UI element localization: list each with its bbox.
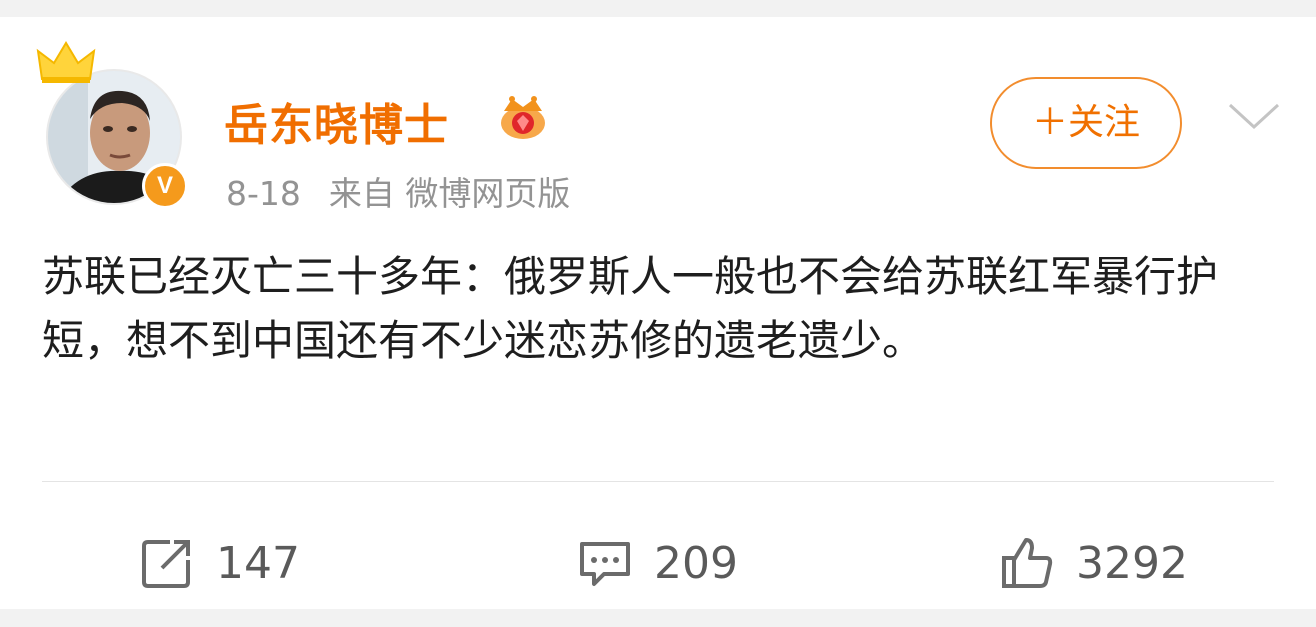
verified-badge-icon: V [142, 163, 188, 209]
author-avatar[interactable]: V [36, 41, 188, 209]
crown-icon [36, 41, 96, 83]
repost-icon [142, 540, 190, 588]
follow-button[interactable]: ＋关注 [990, 77, 1182, 169]
weibo-post-card: V 岳东晓博士 8-18 来自 微博网页版 ＋关注 苏联已经灭亡三十多年：俄罗斯人… [0, 17, 1316, 609]
comment-count: 209 [654, 537, 738, 589]
vip-crown-icon [501, 96, 545, 139]
comment-icon [580, 542, 630, 586]
thumbs-up-icon [1002, 538, 1053, 588]
post-date: 8-18 [226, 174, 301, 213]
repost-count: 147 [216, 537, 300, 589]
repost-button[interactable]: 147 [140, 533, 300, 593]
post-meta: 8-18 来自 微博网页版 [226, 167, 598, 215]
divider [42, 481, 1274, 482]
author-name[interactable]: 岳东晓博士 [224, 89, 449, 153]
like-count: 3292 [1076, 537, 1188, 589]
chevron-down-icon[interactable] [1228, 103, 1280, 131]
post-text: 苏联已经灭亡三十多年：俄罗斯人一般也不会给苏联红军暴行护短，想不到中国还有不少迷… [42, 252, 1219, 365]
comment-button[interactable]: 209 [578, 533, 738, 593]
post-source[interactable]: 来自 微博网页版 [329, 174, 571, 213]
like-button[interactable]: 3292 [1000, 533, 1188, 593]
